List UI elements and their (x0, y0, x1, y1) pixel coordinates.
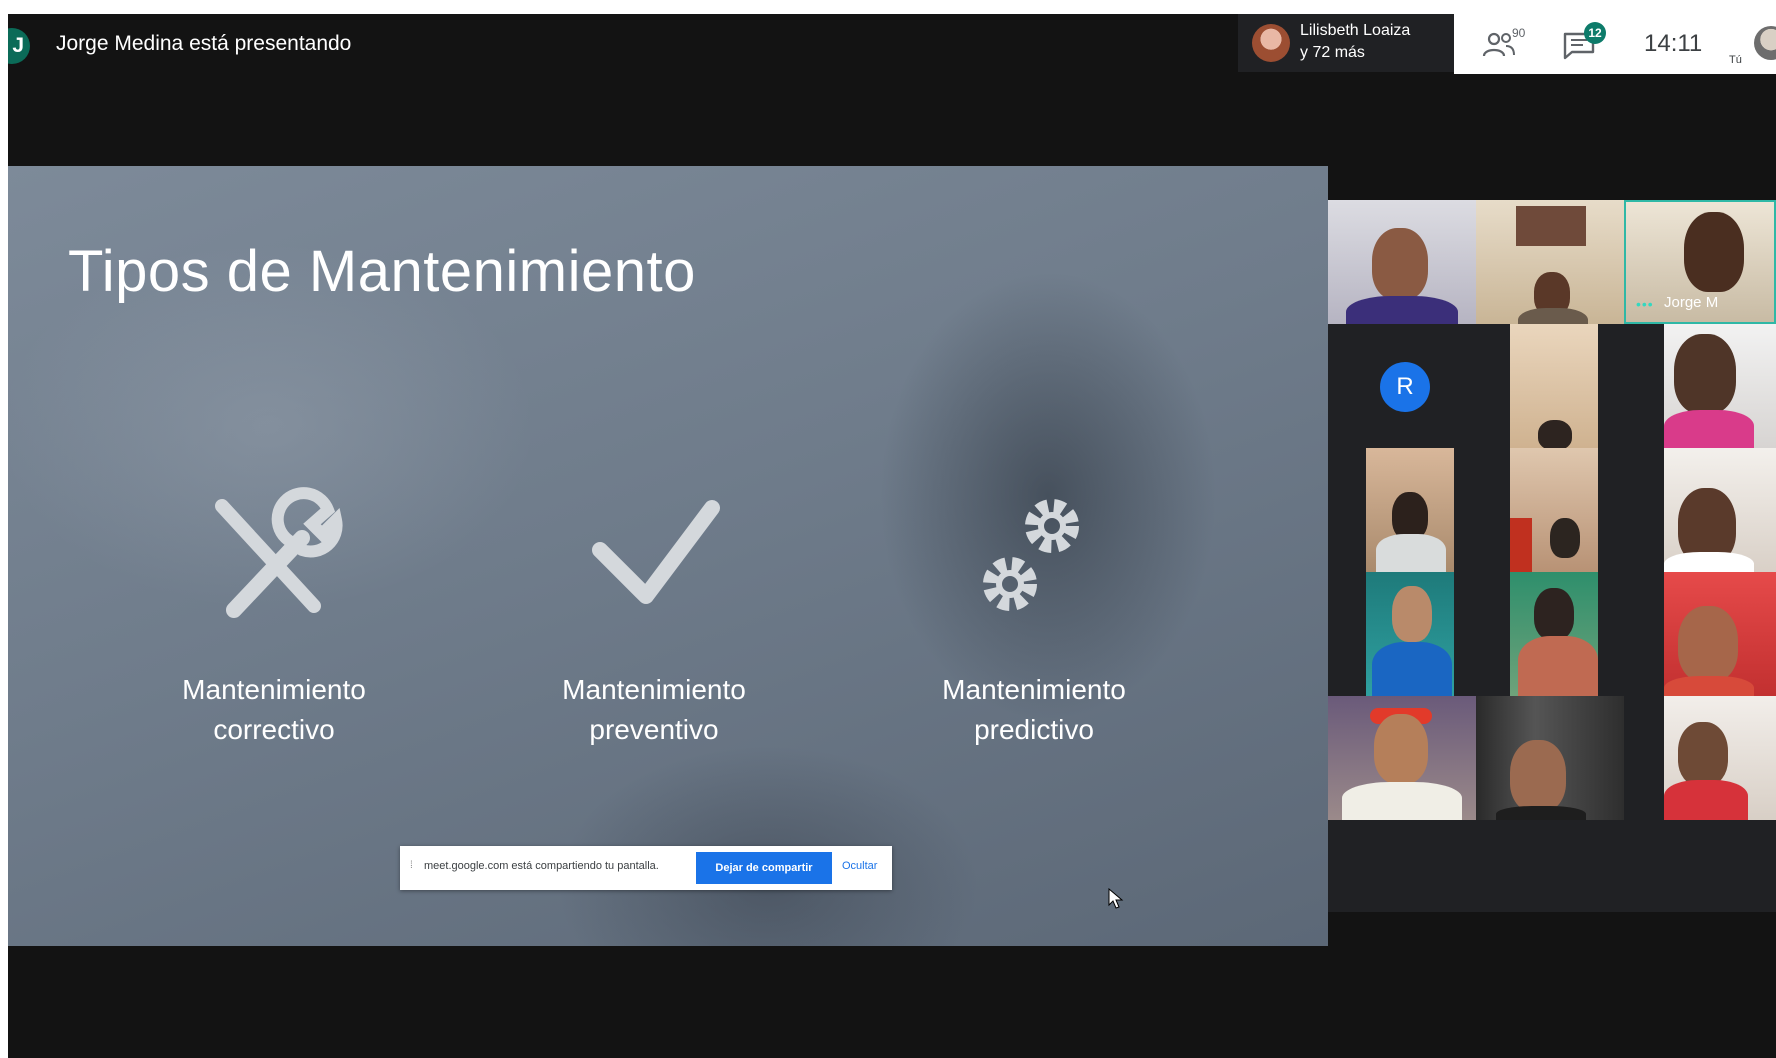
category-label-line1: Mantenimiento (562, 674, 746, 705)
participant-tile[interactable]: R (1328, 324, 1510, 448)
slide-title: Tipos de Mantenimiento (68, 239, 696, 304)
participant-avatar (1252, 24, 1290, 62)
category-label-line2: correctivo (213, 714, 335, 745)
presenter-status: Jorge Medina está presentando (56, 32, 352, 55)
category-label-line2: predictivo (974, 714, 1094, 745)
drag-handle-icon[interactable]: ⁞ (410, 860, 414, 876)
checkmark-icon (592, 500, 720, 604)
self-avatar[interactable] (1754, 26, 1776, 60)
participant-tile[interactable] (1476, 200, 1624, 324)
presentation-slide: Tipos de Mantenimiento Mantenimiento cor… (8, 166, 1328, 946)
participant-tile[interactable] (1664, 572, 1776, 696)
chat-unread-badge: 12 (1584, 22, 1606, 44)
self-label: Tú (1729, 54, 1742, 66)
participant-tile[interactable] (1366, 448, 1454, 572)
share-message: meet.google.com está compartiendo tu pan… (424, 860, 659, 872)
hide-link[interactable]: Ocultar (842, 860, 877, 872)
participant-tile[interactable] (1328, 696, 1476, 820)
category-correctivo: Mantenimiento correctivo (144, 486, 404, 750)
participant-tile[interactable] (1510, 324, 1598, 448)
participant-name-label: Jorge M (1664, 294, 1719, 311)
presenter-avatar[interactable]: J (8, 28, 30, 64)
participant-tile[interactable] (1476, 696, 1624, 820)
presenter-bar: J Jorge Medina está presentando (8, 14, 708, 74)
category-label-line1: Mantenimiento (942, 674, 1126, 705)
participant-tile[interactable] (1510, 448, 1598, 572)
meet-stage: J Jorge Medina está presentando Lilisbet… (8, 14, 1776, 1058)
participants-more-count: y 72 más (1300, 44, 1365, 61)
participants-summary[interactable]: Lilisbeth Loaiza y 72 más (1238, 14, 1454, 72)
participant-tile[interactable] (1328, 200, 1476, 324)
participant-name: Lilisbeth Loaiza (1300, 22, 1411, 39)
category-preventivo: Mantenimiento preventivo (524, 486, 784, 750)
stop-sharing-button[interactable]: Dejar de compartir (696, 852, 832, 884)
gears-icon (983, 499, 1079, 611)
participant-avatar: R (1380, 362, 1430, 412)
screen-share-notification: ⁞ meet.google.com está compartiendo tu p… (400, 846, 892, 890)
participant-tile[interactable] (1664, 696, 1776, 820)
category-predictivo: Mantenimiento predictivo (904, 486, 1164, 750)
participant-tile[interactable] (1664, 324, 1776, 448)
category-label: Mantenimiento predictivo (904, 670, 1164, 750)
mouse-cursor-icon (1108, 888, 1124, 909)
people-count: 90 (1512, 26, 1526, 40)
category-label: Mantenimiento preventivo (524, 670, 784, 750)
wrench-screwdriver-icon (215, 487, 343, 618)
clock: 14:11 (1644, 30, 1703, 57)
participant-tile[interactable]: ••• Jorge M (1624, 200, 1776, 324)
category-label-line2: preventivo (589, 714, 719, 745)
meeting-controls-top: 90 12 14:11 Tú (1454, 14, 1776, 74)
participant-grid: ••• Jorge M R (1328, 200, 1776, 912)
participant-tile[interactable] (1366, 572, 1454, 696)
participant-tile[interactable] (1510, 572, 1598, 696)
category-label: Mantenimiento correctivo (144, 670, 404, 750)
participant-tile[interactable] (1664, 448, 1776, 572)
category-label-line1: Mantenimiento (182, 674, 366, 705)
more-dots-icon[interactable]: ••• (1636, 296, 1654, 312)
